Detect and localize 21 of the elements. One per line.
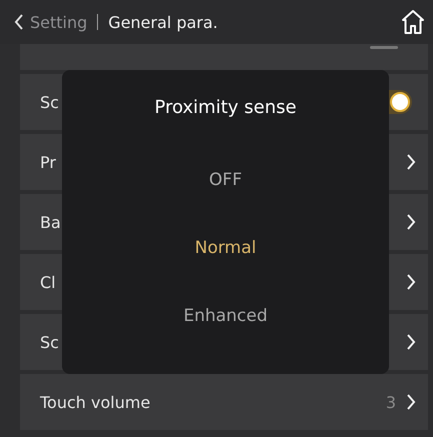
dialog-option[interactable]: Normal: [194, 238, 256, 258]
row-label: Sc: [40, 332, 59, 352]
dialog-option[interactable]: OFF: [209, 170, 242, 190]
page-title: General para.: [108, 12, 219, 32]
row-label: Cl: [40, 272, 56, 292]
back-button[interactable]: Setting: [14, 12, 88, 32]
row-label: Sc: [40, 92, 59, 112]
settings-row[interactable]: Touch volume 3: [20, 374, 428, 430]
dialog-option[interactable]: Enhanced: [183, 306, 268, 326]
home-icon[interactable]: [401, 9, 425, 35]
row-value: 3: [386, 392, 396, 412]
row-label: Touch volume: [40, 392, 150, 412]
chevron-left-icon: [14, 13, 24, 31]
chevron-right-icon: [406, 273, 416, 291]
chevron-right-icon: [406, 153, 416, 171]
chevron-right-icon: [406, 393, 416, 411]
row-label: Ba: [40, 212, 61, 232]
chevron-right-icon: [406, 333, 416, 351]
dialog-title: Proximity sense: [154, 97, 296, 118]
chevron-right-icon: [406, 213, 416, 231]
row-label: Pr: [40, 152, 56, 172]
